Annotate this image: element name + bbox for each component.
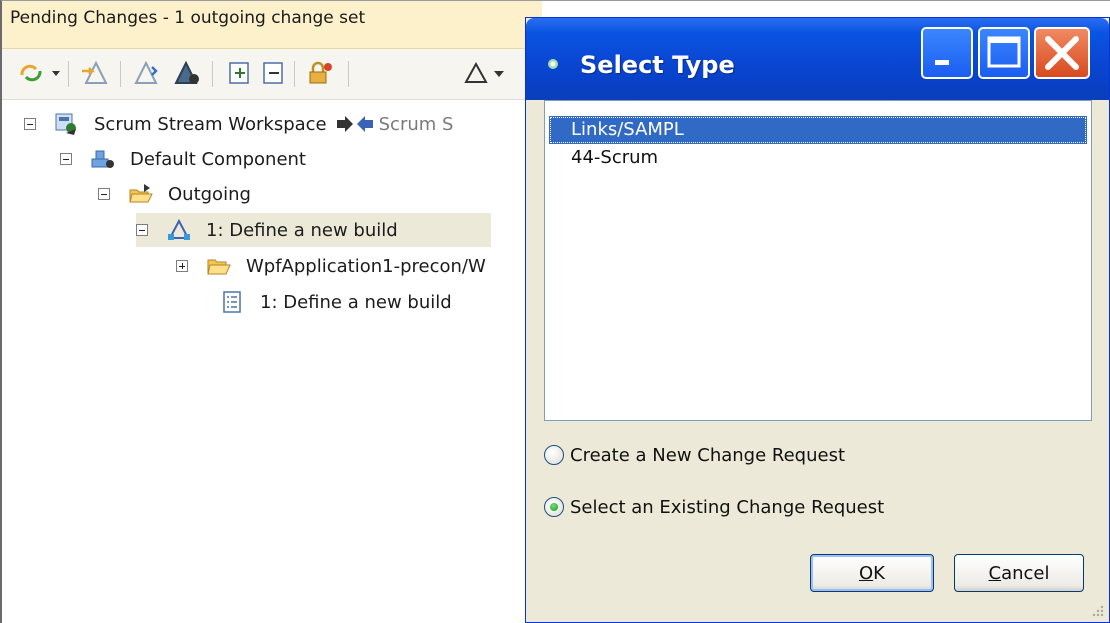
list-item[interactable]: Links/SAMPL — [549, 116, 1087, 144]
collapse-icon[interactable] — [60, 153, 72, 165]
type-listbox[interactable]: Links/SAMPL 44-Scrum — [544, 100, 1092, 421]
collapse-all-icon — [263, 62, 283, 84]
folder-label: WpfApplication1-precon/W — [246, 255, 486, 277]
sync-dropdown-button[interactable] — [18, 59, 62, 87]
radio-create-new[interactable]: Create a New Change Request — [544, 438, 845, 472]
outgoing-label: Outgoing — [168, 183, 251, 205]
radio-button-create-new[interactable] — [544, 445, 564, 465]
collapse-all-button[interactable] — [260, 59, 288, 87]
deliver-button[interactable] — [80, 59, 110, 87]
tree-row-change-set[interactable]: 1: Define a new build — [136, 213, 491, 247]
workspace-label: Scrum Stream Workspace — [94, 113, 327, 135]
accept-icon — [134, 60, 158, 84]
expand-all-button[interactable] — [226, 59, 254, 87]
tree-row-work-item[interactable]: 1: Define a new build — [206, 285, 452, 319]
collapse-icon[interactable] — [136, 224, 148, 236]
workspace-target-label: Scrum S — [378, 113, 454, 135]
folder-icon — [207, 259, 231, 275]
minimize-button[interactable] — [921, 27, 973, 79]
outgoing-folder-icon — [129, 184, 153, 203]
tree-row-workspace[interactable]: Scrum Stream Workspace Scrum S — [24, 107, 453, 141]
tree-row-component[interactable]: Default Component — [60, 142, 306, 176]
toolbar-separator — [348, 61, 349, 87]
toolbar-separator — [68, 61, 69, 87]
radio-select-existing[interactable]: Select an Existing Change Request — [544, 490, 884, 524]
workspace-icon — [55, 113, 76, 135]
minimize-icon — [935, 60, 949, 65]
dialog-app-icon — [548, 59, 558, 69]
filter-dropdown-button[interactable] — [462, 59, 512, 87]
expand-icon[interactable] — [176, 260, 188, 272]
toolbar-separator — [294, 61, 295, 87]
resize-grip-icon[interactable] — [1091, 604, 1105, 618]
lock-button[interactable] — [306, 59, 336, 87]
tree-row-folder[interactable]: WpfApplication1-precon/W — [176, 249, 486, 283]
ok-button[interactable]: OK — [810, 554, 934, 592]
maximize-button[interactable] — [978, 27, 1030, 79]
ok-button-label: OK — [859, 562, 885, 584]
accept-button[interactable] — [132, 59, 162, 87]
radio-button-select-existing[interactable] — [544, 497, 564, 517]
flow-arrows-icon — [336, 116, 373, 132]
radio-create-new-label: Create a New Change Request — [570, 444, 846, 466]
toolbar-separator — [120, 61, 121, 87]
list-item[interactable]: 44-Scrum — [549, 144, 1087, 172]
dialog-title: Select Type — [580, 51, 735, 79]
dialog-titlebar[interactable]: Select Type — [526, 18, 1109, 100]
work-item-label: 1: Define a new build — [260, 291, 452, 313]
maximize-icon — [987, 36, 1021, 68]
lock-icon — [309, 61, 332, 84]
toolbar — [2, 49, 542, 100]
tree-row-outgoing[interactable]: Outgoing — [98, 177, 251, 211]
delta-icon — [464, 61, 504, 83]
select-type-dialog: Select Type Links/SAMPL 44-Scrum Create … — [525, 17, 1110, 623]
sync-icon — [20, 64, 60, 82]
deliver-icon — [82, 60, 108, 84]
close-button[interactable] — [1034, 27, 1090, 79]
cancel-button[interactable]: Cancel — [954, 554, 1084, 592]
close-icon — [1045, 36, 1079, 70]
change-set-label: 1: Define a new build — [206, 219, 398, 241]
radio-select-existing-label: Select an Existing Change Request — [570, 496, 885, 518]
work-item-icon — [223, 291, 241, 313]
component-icon — [91, 150, 114, 168]
accept-all-button[interactable] — [172, 59, 202, 87]
cancel-button-label: Cancel — [988, 562, 1050, 584]
change-set-icon — [168, 218, 190, 240]
expand-all-icon — [229, 62, 249, 84]
view-title: Pending Changes - 1 outgoing change set — [2, 1, 542, 49]
collapse-icon[interactable] — [98, 188, 110, 200]
component-label: Default Component — [130, 148, 306, 170]
toolbar-separator — [212, 61, 213, 87]
collapse-icon[interactable] — [24, 118, 36, 130]
accept-all-icon — [174, 60, 199, 84]
